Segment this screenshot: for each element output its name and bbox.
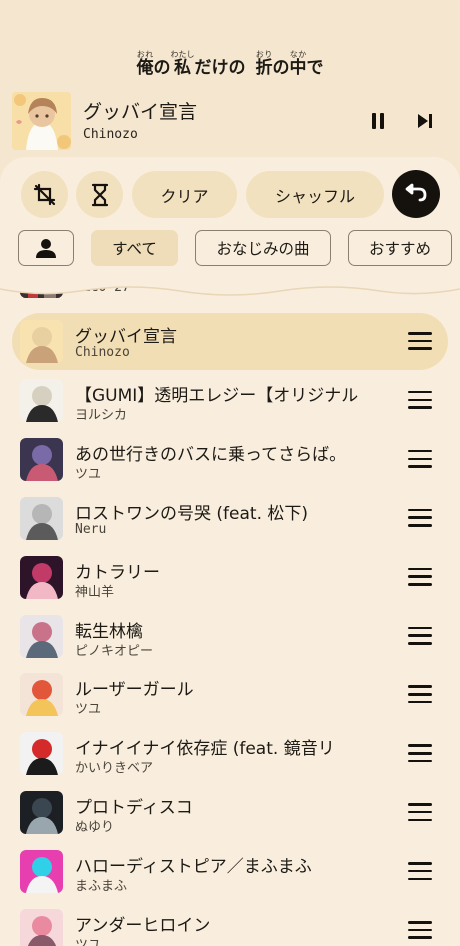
- lyric-segment: 折おり: [255, 50, 273, 78]
- crop-off-button[interactable]: [21, 171, 68, 218]
- song-artist: Chinozo: [75, 345, 130, 360]
- lyric-segment: の: [272, 58, 290, 78]
- drag-handle-icon[interactable]: [408, 741, 432, 765]
- song-artist: ツユ: [75, 466, 102, 482]
- list-item[interactable]: あの世行きのバスに乗ってさらば。 ツユ: [12, 431, 448, 488]
- scroll-fade-edge: [0, 277, 460, 296]
- clear-button[interactable]: クリア: [132, 171, 237, 218]
- song-title: イナイイナイ依存症 (feat. 鏡音リ: [75, 739, 335, 760]
- queue-controls: クリア シャッフル: [0, 170, 460, 218]
- drag-handle-icon[interactable]: [408, 329, 432, 353]
- skip-next-button[interactable]: [412, 108, 438, 134]
- song-thumbnail: [20, 378, 63, 422]
- song-artist: ツユ: [75, 702, 102, 718]
- list-item[interactable]: イナイイナイ依存症 (feat. 鏡音リ かいりきベア: [12, 725, 448, 782]
- song-thumbnail: [20, 791, 63, 835]
- song-thumbnail: [20, 320, 63, 363]
- list-item[interactable]: アンダーヒロインツユ: [12, 902, 448, 946]
- song-artist: ピノキオピー: [75, 643, 154, 659]
- drag-handle-icon[interactable]: [408, 682, 432, 706]
- drag-handle-icon[interactable]: [408, 447, 432, 471]
- drag-handle-icon[interactable]: [408, 388, 432, 412]
- song-artist: ツユ: [75, 938, 102, 946]
- song-title: グッバイ宣言: [75, 327, 177, 347]
- lyric-segment: で: [306, 58, 324, 78]
- song-artist: かいりきベア: [75, 761, 154, 777]
- list-item[interactable]: カトラリー 神山羊: [12, 549, 448, 606]
- pause-button[interactable]: [365, 108, 391, 134]
- song-thumbnail: [20, 673, 63, 717]
- hourglass-icon: [91, 183, 108, 206]
- now-playing-title: グッバイ宣言: [83, 101, 198, 123]
- lyrics-line: 俺おれの私わたし だけの 折おりの中なかで: [0, 38, 460, 78]
- list-item[interactable]: 【GUMI】透明エレジー【オリジナル ヨルシカ: [12, 372, 448, 429]
- song-title: 転生林檎: [75, 621, 143, 642]
- song-title: 【GUMI】透明エレジー【オリジナル: [75, 385, 359, 406]
- song-title: アンダーヒロイン: [75, 916, 211, 936]
- drag-handle-icon[interactable]: [408, 859, 432, 883]
- list-item[interactable]: ハローディストピア／まふまふ まふまふ: [12, 843, 448, 900]
- song-title: カトラリー: [75, 562, 160, 583]
- list-item[interactable]: ロストワンの号哭 (feat. 松下) Neru: [12, 490, 448, 547]
- lyric-segment: の: [153, 58, 171, 78]
- crop-off-icon: [33, 183, 55, 205]
- filter-chips: すべて おなじみの曲 おすすめ: [0, 230, 460, 266]
- drag-handle-icon[interactable]: [408, 800, 432, 824]
- song-artist: ヨルシカ: [75, 407, 128, 423]
- song-artist: 神山羊: [75, 584, 115, 600]
- song-title: ロストワンの号哭 (feat. 松下): [75, 503, 309, 524]
- list-item[interactable]: 転生林檎 ピノキオピー: [12, 608, 448, 665]
- song-thumbnail: [20, 437, 63, 481]
- drag-handle-icon[interactable]: [408, 624, 432, 648]
- now-playing-artwork: [12, 92, 71, 150]
- undo-icon: [405, 183, 427, 202]
- lyric-phrase-2: 折おりの中なかで: [256, 50, 324, 78]
- song-thumbnail: [20, 496, 63, 540]
- skip-next-icon: [418, 114, 432, 128]
- lyric-segment: 私わたし: [170, 50, 195, 78]
- list-item[interactable]: ルーザーガール ツユ: [12, 666, 448, 723]
- list-item[interactable]: プロトディスコ ぬゆり: [12, 784, 448, 841]
- lyric-segment: だけの: [194, 58, 246, 78]
- song-title: あの世行きのバスに乗ってさらば。: [75, 444, 347, 465]
- drag-handle-icon[interactable]: [408, 506, 432, 530]
- song-title: ルーザーガール: [75, 680, 194, 701]
- list-item-current[interactable]: グッバイ宣言 Chinozo: [12, 313, 448, 370]
- filter-all-chip[interactable]: すべて: [91, 230, 178, 266]
- song-thumbnail: [20, 850, 63, 894]
- drag-handle-icon[interactable]: [408, 565, 432, 589]
- lyric-phrase-1: 俺おれの私わたし だけの: [137, 50, 246, 78]
- queue-panel: クリア シャッフル すべて おなじみの曲 おすすめ DECO*27: [0, 157, 460, 946]
- song-thumbnail: [20, 732, 63, 776]
- song-thumbnail: [20, 555, 63, 599]
- song-title: プロトディスコ: [75, 798, 193, 819]
- filter-person-chip[interactable]: [18, 230, 74, 266]
- song-thumbnail: [20, 909, 63, 946]
- filter-recommended-chip[interactable]: おすすめ: [348, 230, 452, 266]
- filter-familiar-chip[interactable]: おなじみの曲: [195, 230, 331, 266]
- pause-icon: [372, 113, 384, 129]
- drag-handle-icon[interactable]: [408, 918, 432, 942]
- shuffle-button[interactable]: シャッフル: [246, 171, 384, 218]
- queue-list[interactable]: DECO*27 グッバイ宣言Chinozo【GUMI】透明エレジー【オリジナルヨ…: [0, 277, 460, 946]
- song-artist: Neru: [75, 521, 107, 537]
- sleep-timer-button[interactable]: [76, 171, 123, 218]
- undo-button[interactable]: [392, 170, 440, 218]
- song-thumbnail: [20, 614, 63, 658]
- song-artist: まふまふ: [75, 879, 128, 895]
- now-playing-bar[interactable]: グッバイ宣言 Chinozo: [12, 92, 450, 150]
- now-playing-artist: Chinozo: [83, 127, 138, 142]
- lyric-segment: 俺おれ: [136, 50, 154, 78]
- lyric-segment: 中なか: [289, 50, 307, 78]
- person-icon: [36, 239, 56, 258]
- song-artist: ぬゆり: [75, 820, 115, 836]
- song-title: ハローディストピア／まふまふ: [75, 857, 312, 878]
